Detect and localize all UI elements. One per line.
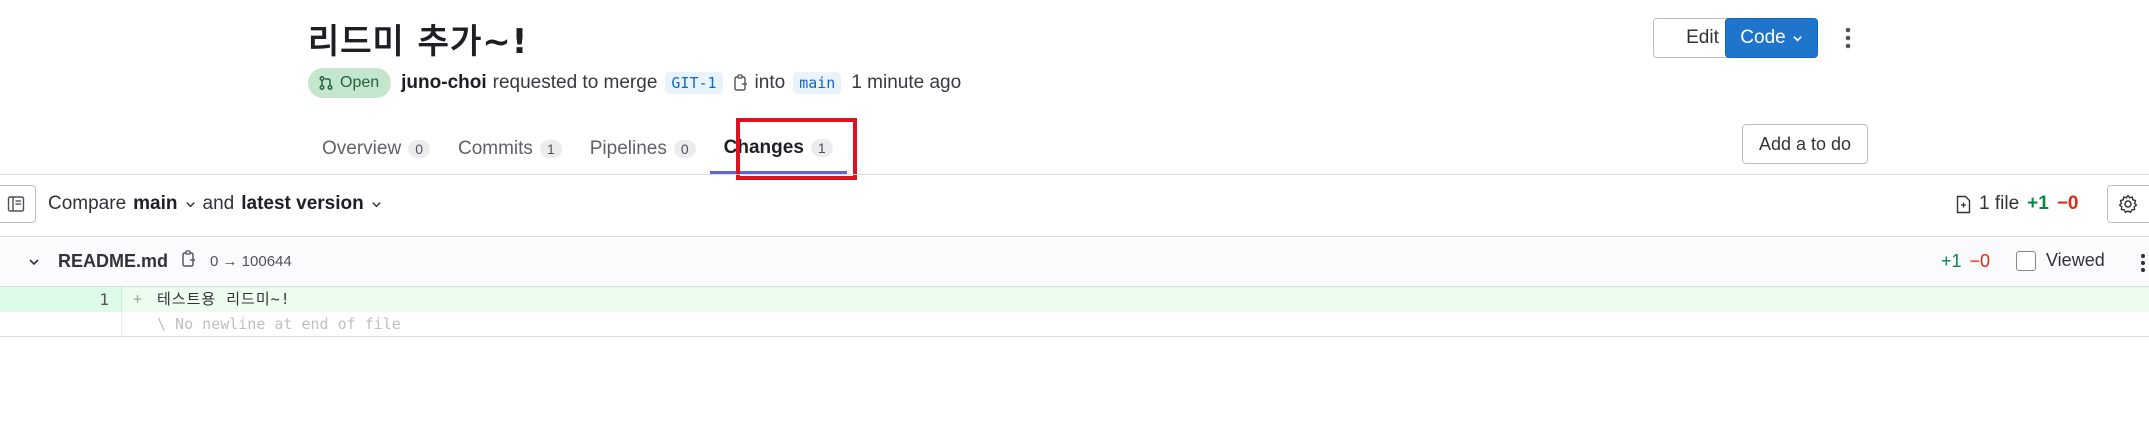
status-label: Open: [340, 74, 380, 91]
target-branch[interactable]: main: [793, 72, 842, 94]
base-version-dropdown[interactable]: main: [133, 193, 177, 215]
file-lines-removed: −0: [1969, 251, 1991, 271]
merge-request-tabs: Overview 0 Commits 1 Pipelines 0 Changes…: [308, 124, 847, 174]
viewed-toggle[interactable]: Viewed: [2016, 250, 2105, 271]
file-tree-icon: [7, 196, 25, 212]
file-mode-change: 0 → 100644: [210, 253, 292, 270]
kebab-menu-icon: [2140, 253, 2146, 273]
merge-request-icon: [319, 75, 333, 91]
merge-request-meta: Open juno-choi requested to merge GIT-1 …: [308, 68, 969, 98]
tab-count: 0: [408, 140, 430, 158]
code-button-label: Code: [1740, 27, 1786, 48]
file-count: 1 file: [1979, 193, 2020, 214]
tab-changes[interactable]: Changes 1: [709, 124, 847, 174]
compare-toolbar: Compare main and latest version 1 file +…: [0, 183, 2149, 227]
code-dropdown-button[interactable]: Code: [1725, 18, 1818, 58]
file-diff-stats: +1 −0: [1941, 251, 1990, 272]
status-badge: Open: [308, 68, 392, 98]
toggle-file-tree-button[interactable]: [0, 185, 36, 223]
tab-label: Changes: [723, 136, 804, 158]
copy-file-path-icon[interactable]: [181, 250, 197, 273]
line-gutter: [0, 312, 122, 337]
divider: [0, 174, 2149, 175]
add-todo-button[interactable]: Add a to do: [1742, 124, 1868, 164]
diff-no-newline-note: \ No newline at end of file: [0, 312, 2149, 337]
chevron-down-icon: [1792, 35, 1802, 42]
tab-label: Overview: [322, 138, 402, 159]
page-title: 리드미 추가~!: [308, 22, 529, 62]
chevron-down-icon: [29, 259, 39, 266]
diff-settings-button[interactable]: [2107, 185, 2149, 223]
lines-removed: −0: [2056, 193, 2079, 214]
tab-pipelines[interactable]: Pipelines 0: [576, 124, 710, 174]
tab-commits[interactable]: Commits 1: [444, 124, 576, 174]
gear-icon: [2118, 194, 2138, 213]
line-number[interactable]: 1: [0, 287, 122, 312]
diff-file-header: README.md 0 → 100644 +1 −0 Viewed: [0, 236, 2149, 287]
tab-count: 1: [810, 138, 833, 157]
tab-count: 0: [673, 140, 696, 158]
into-text: into: [754, 72, 786, 93]
source-branch[interactable]: GIT-1: [665, 72, 723, 94]
diff-line-added: 1 + 테스트용 리드미~!: [0, 287, 2149, 312]
diff-line-content: 테스트용 리드미~!: [157, 290, 291, 308]
file-name-link[interactable]: README.md: [58, 251, 168, 272]
tab-count: 1: [539, 140, 562, 158]
file-lines-added: +1: [1941, 251, 1962, 271]
lines-added: +1: [2027, 193, 2049, 214]
diff-stats-summary: 1 file +1 −0: [1956, 193, 2078, 215]
and-label: and: [202, 193, 235, 214]
compare-versions: Compare main and latest version: [48, 193, 382, 215]
tab-overview[interactable]: Overview 0: [308, 124, 444, 174]
copy-branch-icon[interactable]: [733, 74, 749, 92]
compare-label: Compare: [48, 193, 127, 214]
timestamp: 1 minute ago: [851, 72, 962, 93]
more-actions-button[interactable]: [1836, 24, 1860, 52]
no-newline-text: \ No newline at end of file: [157, 315, 401, 333]
chevron-down-icon: [185, 201, 195, 207]
kebab-menu-icon: [1845, 27, 1851, 49]
tab-label: Pipelines: [589, 138, 667, 159]
viewed-label: Viewed: [2046, 250, 2105, 270]
chevron-down-icon: [372, 201, 381, 207]
action-text: requested to merge: [492, 72, 658, 93]
file-icon: [1956, 195, 1971, 213]
viewed-checkbox[interactable]: [2016, 250, 2036, 271]
collapse-file-button[interactable]: [24, 252, 44, 272]
tab-label: Commits: [457, 138, 533, 159]
head-version-dropdown[interactable]: latest version: [241, 193, 364, 215]
file-options-button[interactable]: [2138, 251, 2148, 275]
diff-sign: +: [133, 290, 143, 308]
author-link[interactable]: juno-choi: [401, 72, 486, 94]
